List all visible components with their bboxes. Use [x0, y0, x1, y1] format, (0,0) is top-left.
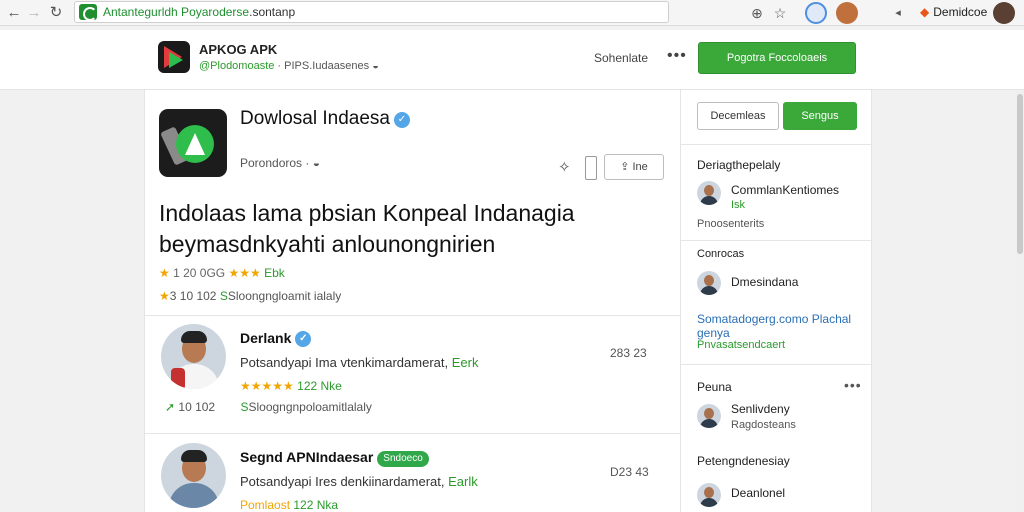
browser-toolbar: ← → ↻ Antantegurldh Poyaroderse.sontanp … — [0, 0, 1024, 26]
app-icon — [159, 109, 227, 177]
extension-icon[interactable] — [805, 2, 827, 24]
forward-icon[interactable]: → — [24, 3, 44, 23]
back-icon[interactable]: ← — [4, 3, 24, 23]
more-options-icon[interactable]: ••• — [844, 377, 862, 393]
user-avatar-icon[interactable] — [836, 2, 858, 24]
settings-icon[interactable]: ✧ — [558, 158, 571, 176]
header-cta-button[interactable]: Pogotra Foccoloaeis — [698, 42, 856, 74]
reload-icon[interactable]: ↻ — [46, 3, 66, 23]
header-link[interactable]: Sohenlate — [594, 51, 648, 65]
sidebar-user-sub: Ragdosteans — [731, 419, 796, 431]
review-text: Potsandyapi Ires denkiinardamerat, Earlk — [240, 474, 478, 489]
sidebar-heading: Conrocas — [697, 248, 745, 260]
document-icon[interactable] — [585, 156, 597, 180]
reviewer-name[interactable]: Segnd APNIndaesar Sndoeco — [240, 449, 429, 467]
site-tagline: @Plodomoaste · PIPS.Iudaasenes ◒ — [199, 60, 379, 72]
reviewer-name[interactable]: Derlank ✓ — [240, 330, 312, 347]
site-favicon-icon — [79, 4, 97, 21]
page-headline: Indolaas lama pbsian Konpeal Indanagia b… — [159, 200, 575, 257]
address-text: Antantegurldh Poyaroderse.sontanp — [103, 5, 296, 19]
verified-icon: ✓ — [295, 331, 312, 347]
sidebar-user-name[interactable]: CommlanKentiomes — [731, 183, 839, 197]
review-time: D23 43 — [610, 465, 649, 479]
app-rating: ★ 1 20 0GG ★★★ Ebk — [159, 266, 285, 280]
verified-icon: ✓ — [393, 112, 410, 128]
app-stats: ★3 10 102 SSloongngloamit ialaly — [159, 289, 342, 303]
sidebar-primary-button[interactable]: Sengus — [783, 102, 857, 130]
site-header: APKOG APK @Plodomoaste · PIPS.Iudaasenes… — [0, 30, 1024, 90]
sidebar-user-avatar[interactable] — [697, 483, 721, 507]
bookmark-star-icon[interactable]: ☆ — [770, 3, 790, 23]
sidebar-user-avatar[interactable] — [697, 181, 721, 205]
flame-icon: ◆ — [920, 5, 930, 19]
site-logo-icon[interactable] — [158, 41, 190, 73]
review-stats: ➚ 10 102 SSloogngnpoloamitlalaly — [165, 400, 372, 414]
divider — [681, 240, 872, 241]
sidebar-heading: Peuna — [697, 380, 732, 394]
site-name[interactable]: APKOG APK — [199, 42, 277, 57]
divider — [145, 433, 682, 434]
scrollbar-thumb[interactable] — [1017, 94, 1023, 254]
more-options-icon[interactable]: ••• — [667, 47, 687, 65]
status-badge: Sndoeco — [377, 451, 429, 467]
sidebar-footer-text: Pnoosenterits — [697, 218, 765, 230]
sidebar-heading: Deriagthepelaly — [697, 158, 781, 172]
scrollbar[interactable] — [1016, 90, 1024, 512]
download-icon[interactable]: ⊕ — [747, 3, 767, 23]
divider — [681, 364, 872, 365]
menu-arrow-icon[interactable]: ◂ — [888, 3, 908, 23]
sidebar-link[interactable]: Somatadogerg.como Plachal genya — [697, 312, 867, 340]
review-time: 283 23 — [610, 346, 647, 360]
profile-avatar[interactable] — [993, 2, 1015, 24]
share-arrow-icon[interactable]: ➚ — [165, 400, 175, 414]
app-title: Dowlosal Indaesa ✓ — [240, 108, 410, 130]
review-rating: Pomlaost 122 Nka — [240, 498, 339, 512]
sidebar-link-secondary[interactable]: Pnvasatsendcaert — [697, 339, 785, 351]
profile-label[interactable]: ◆ Demidcoe — [920, 5, 987, 19]
divider — [681, 144, 872, 145]
right-sidebar: Decemleas Sengus Deriagthepelaly Commlan… — [681, 90, 872, 512]
sidebar-user-name[interactable]: Dmesindana — [731, 275, 798, 289]
sidebar-user-avatar[interactable] — [697, 271, 721, 295]
sidebar-user-name[interactable]: Senlivdeny — [731, 402, 790, 416]
divider — [145, 315, 682, 316]
info-icon: ◒ — [312, 156, 320, 170]
address-bar[interactable]: Antantegurldh Poyaroderse.sontanp — [74, 1, 669, 23]
reviewer-avatar[interactable] — [161, 324, 226, 389]
share-button[interactable]: ⇪ Ine — [604, 154, 664, 180]
sidebar-user-tag: Isk — [731, 199, 746, 211]
app-subtitle: Porondoros · ◒ — [240, 156, 320, 170]
sidebar-outline-button[interactable]: Decemleas — [697, 102, 779, 130]
sidebar-user-name[interactable]: Deanlonel — [731, 486, 785, 500]
sidebar-user-avatar[interactable] — [697, 404, 721, 428]
sidebar-subheading: Petengndenesiay — [697, 454, 790, 468]
main-content: Dowlosal Indaesa ✓ Porondoros · ◒ ✧ ⇪ Ine… — [144, 90, 682, 512]
reviewer-avatar[interactable] — [161, 443, 226, 508]
review-text: Potsandyapi Ima vtenkimardamerat, Eerk — [240, 355, 479, 370]
review-rating: ★★★★★ 122 Nke — [240, 379, 342, 393]
